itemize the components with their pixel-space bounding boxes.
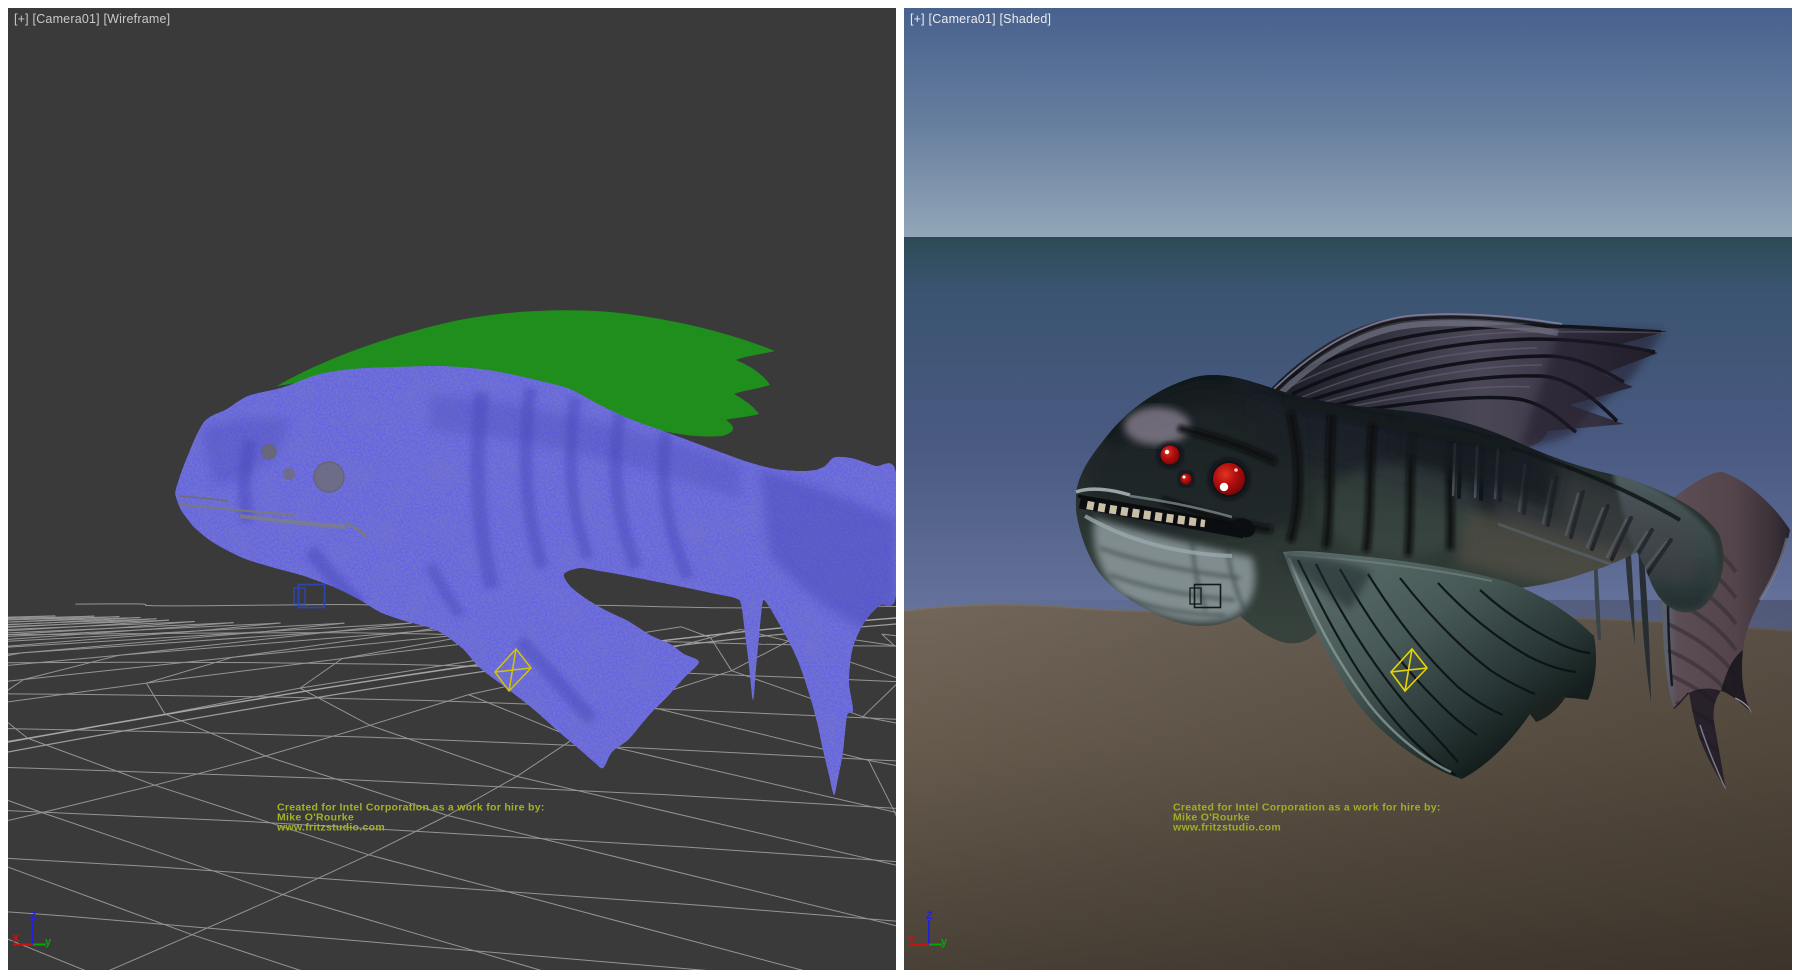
svg-text:y: y: [941, 936, 948, 948]
svg-text:X: X: [12, 933, 20, 945]
svg-text:Z: Z: [30, 910, 37, 922]
svg-text:www.fritzstudio.com: www.fritzstudio.com: [276, 822, 385, 834]
svg-text:www.fritzstudio.com: www.fritzstudio.com: [1172, 822, 1281, 834]
svg-text:Z: Z: [926, 910, 933, 922]
svg-text:x: x: [908, 933, 915, 945]
svg-text:y: y: [45, 936, 52, 948]
